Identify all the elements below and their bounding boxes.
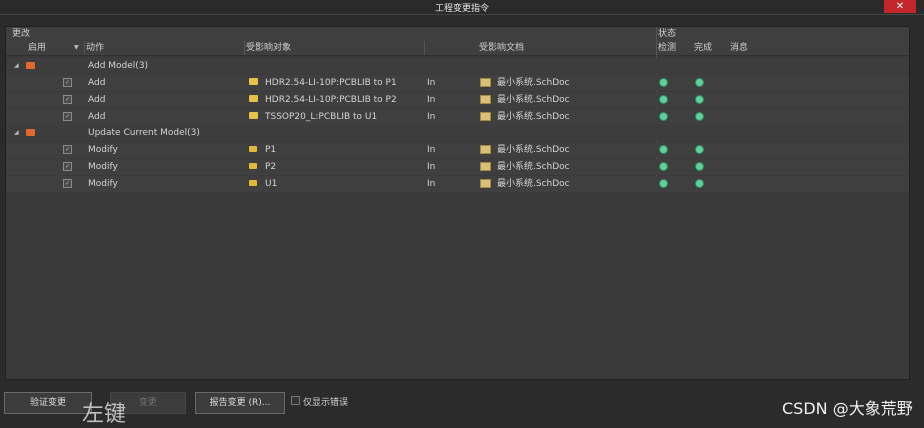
group-label: Update Current Model(3) — [88, 128, 200, 138]
validate-changes-button[interactable]: 验证变更 — [4, 392, 92, 414]
document-icon — [480, 145, 491, 154]
window-title: 工程变更指令 — [434, 4, 489, 14]
enable-checkbox[interactable]: ✓ — [63, 162, 72, 171]
report-changes-button[interactable]: 报告变更 (R)... — [195, 392, 285, 414]
table-row[interactable]: ✓ Add HDR2.54-LI-10P:PCBLIB to P1 In 最小系… — [6, 75, 909, 91]
table-row[interactable]: ✓ Add HDR2.54-LI-10P:PCBLIB to P2 In 最小系… — [6, 92, 909, 108]
group-row-update-model[interactable]: ◢ Update Current Model(3) — [6, 125, 909, 141]
check-ok-icon — [659, 78, 668, 87]
enable-checkbox[interactable]: ✓ — [63, 179, 72, 188]
document-icon — [480, 179, 491, 188]
sort-down-icon[interactable]: ▼ — [74, 44, 79, 51]
column-message[interactable]: 消息 — [730, 41, 748, 55]
document-icon — [480, 112, 491, 121]
done-ok-icon — [695, 179, 704, 188]
folder-icon — [26, 62, 35, 69]
folder-icon — [26, 129, 35, 136]
document-cell: 最小系统.SchDoc — [497, 179, 570, 189]
object-cell: P1 — [265, 145, 277, 155]
group-header-band — [6, 27, 909, 42]
action-cell: Modify — [88, 162, 118, 172]
column-affected-document[interactable]: 受影响文档 — [479, 41, 524, 55]
column-action[interactable]: 动作 — [86, 41, 104, 55]
check-ok-icon — [659, 145, 668, 154]
object-cell: TSSOP20_L:PCBLIB to U1 — [265, 112, 378, 122]
table-row[interactable]: ✓ Modify P2 In 最小系统.SchDoc — [6, 159, 909, 175]
action-cell: Modify — [88, 179, 118, 189]
enable-checkbox[interactable]: ✓ — [63, 78, 72, 87]
column-enable[interactable]: 启用 — [28, 41, 46, 55]
done-ok-icon — [695, 145, 704, 154]
folder-icon — [249, 78, 258, 85]
object-cell: P2 — [265, 162, 277, 172]
direction-cell: In — [427, 112, 436, 122]
document-cell: 最小系统.SchDoc — [497, 162, 570, 172]
direction-cell: In — [427, 95, 436, 105]
document-cell: 最小系统.SchDoc — [497, 145, 570, 155]
direction-cell: In — [427, 78, 436, 88]
component-icon — [249, 163, 257, 169]
column-divider — [244, 41, 245, 55]
only-errors-checkbox[interactable] — [291, 396, 300, 405]
column-divider — [84, 41, 85, 55]
enable-checkbox[interactable]: ✓ — [63, 95, 72, 104]
direction-cell: In — [427, 145, 436, 155]
enable-checkbox[interactable]: ✓ — [63, 112, 72, 121]
check-ok-icon — [659, 162, 668, 171]
document-cell: 最小系统.SchDoc — [497, 112, 570, 122]
column-divider — [424, 41, 425, 55]
mouse-hint-overlay: 左键 — [82, 402, 127, 427]
action-cell: Add — [88, 78, 106, 88]
close-button[interactable]: ✕ — [884, 0, 916, 13]
enable-checkbox[interactable]: ✓ — [63, 145, 72, 154]
folder-icon — [249, 112, 258, 119]
direction-cell: In — [427, 179, 436, 189]
collapse-icon[interactable]: ◢ — [14, 125, 19, 141]
folder-icon — [249, 95, 258, 102]
object-cell: HDR2.54-LI-10P:PCBLIB to P2 — [265, 95, 397, 105]
table-row[interactable]: ✓ Modify U1 In 最小系统.SchDoc — [6, 176, 909, 192]
check-ok-icon — [659, 112, 668, 121]
document-icon — [480, 162, 491, 171]
object-cell: U1 — [265, 179, 278, 189]
document-icon — [480, 78, 491, 87]
action-cell: Add — [88, 112, 106, 122]
column-affected-object[interactable]: 受影响对象 — [246, 41, 291, 55]
column-header-band — [6, 41, 909, 56]
collapse-icon[interactable]: ◢ — [14, 58, 19, 74]
document-cell: 最小系统.SchDoc — [497, 95, 570, 105]
watermark: CSDN @大象荒野 — [782, 399, 913, 418]
group-row-add-model[interactable]: ◢ Add Model(3) — [6, 58, 909, 74]
object-cell: HDR2.54-LI-10P:PCBLIB to P1 — [265, 78, 397, 88]
group-label: Add Model(3) — [88, 61, 149, 71]
done-ok-icon — [695, 78, 704, 87]
table-row[interactable]: ✓ Modify P1 In 最小系统.SchDoc — [6, 142, 909, 158]
check-ok-icon — [659, 95, 668, 104]
only-errors-label: 仅显示错误 — [303, 398, 349, 408]
group-header-change: 更改 — [12, 29, 31, 39]
bottom-toolbar: 验证变更 变更 报告变更 (R)... 仅显示错误 左键 CSDN @大象荒野 — [0, 386, 924, 427]
column-done[interactable]: 完成 — [694, 41, 712, 55]
check-ok-icon — [659, 179, 668, 188]
title-bar: 工程变更指令 ✕ — [0, 0, 924, 15]
direction-cell: In — [427, 162, 436, 172]
group-header-status: 状态 — [658, 29, 677, 39]
action-cell: Add — [88, 95, 106, 105]
done-ok-icon — [695, 112, 704, 121]
column-check[interactable]: 检测 — [658, 41, 676, 55]
component-icon — [249, 146, 257, 152]
changes-table: 更改 状态 启用 ▼ 动作 受影响对象 受影响文档 检测 完成 消息 ◢ Add… — [5, 26, 910, 380]
document-cell: 最小系统.SchDoc — [497, 78, 570, 88]
component-icon — [249, 180, 257, 186]
table-row[interactable]: ✓ Add TSSOP20_L:PCBLIB to U1 In 最小系统.Sch… — [6, 109, 909, 125]
done-ok-icon — [695, 162, 704, 171]
document-icon — [480, 95, 491, 104]
action-cell: Modify — [88, 145, 118, 155]
done-ok-icon — [695, 95, 704, 104]
